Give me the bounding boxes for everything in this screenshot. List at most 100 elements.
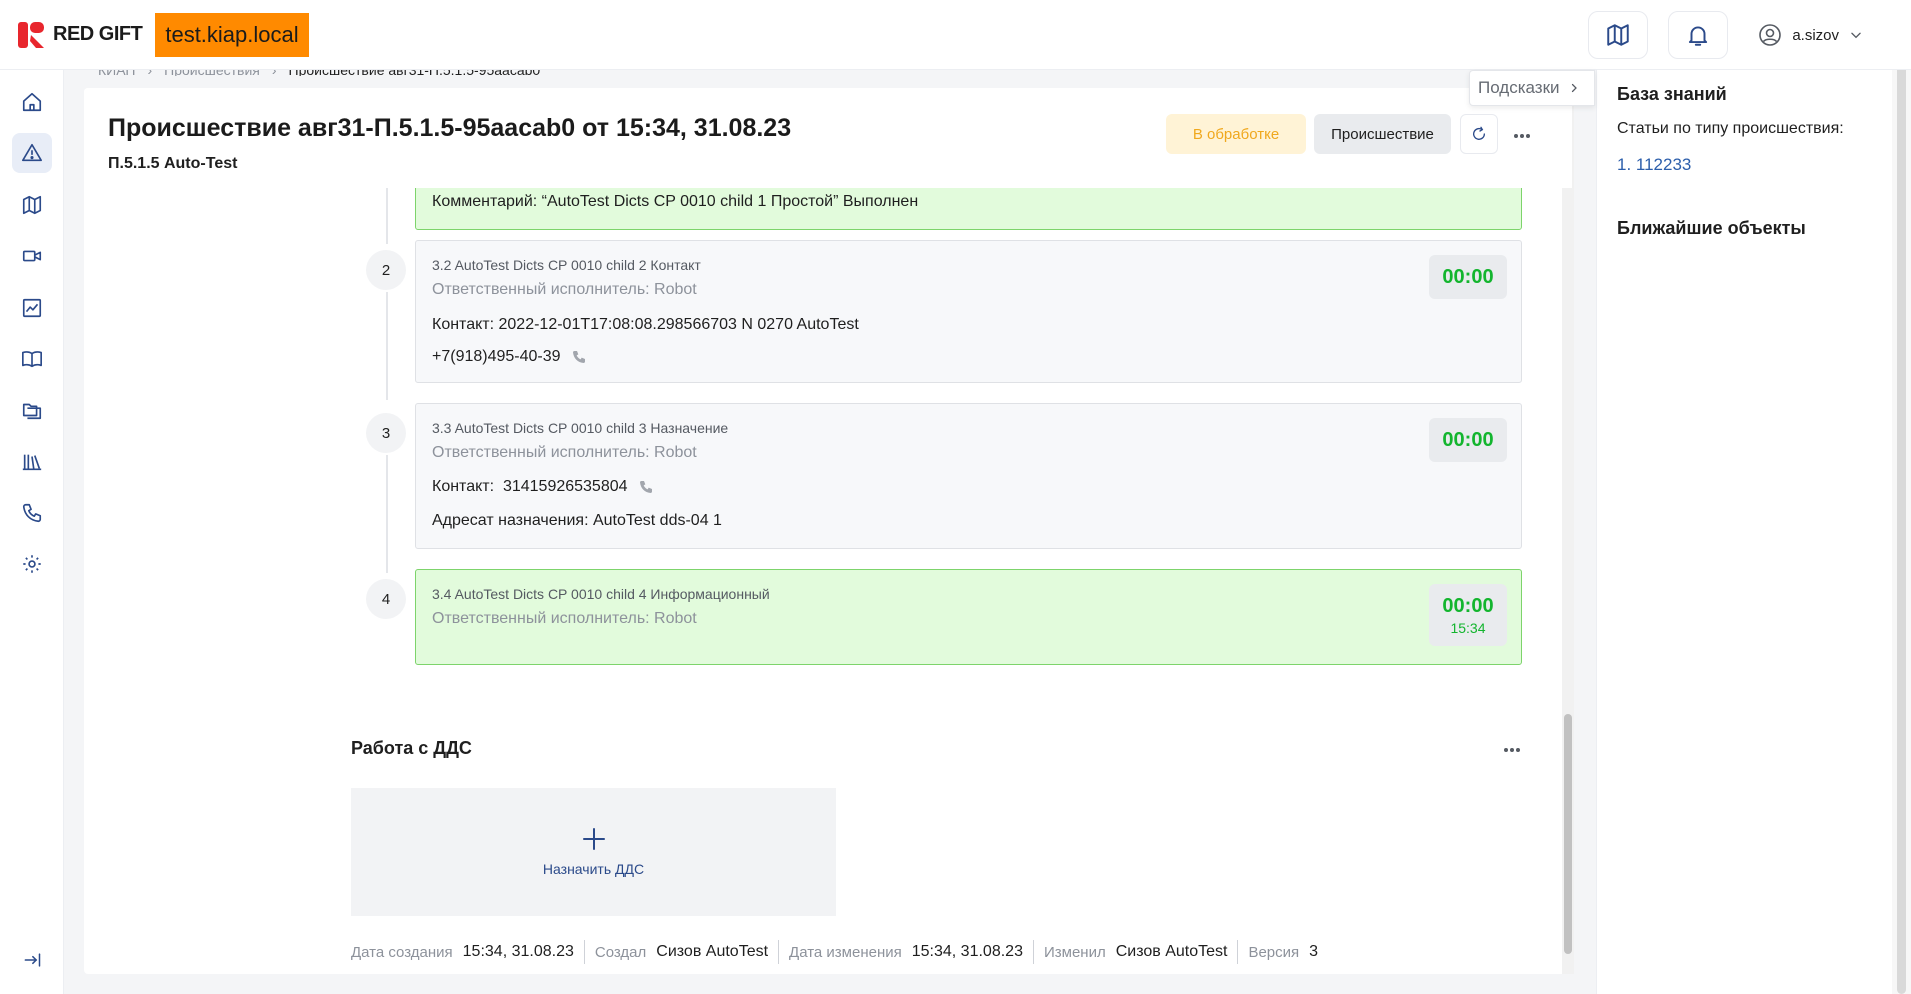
timeline-line [386, 292, 388, 400]
map-button[interactable] [1588, 11, 1649, 59]
nav-map[interactable] [12, 185, 52, 225]
step-2-executor: Ответственный исполнитель: Robot [432, 281, 697, 298]
logo[interactable]: RED GIFT [17, 20, 143, 50]
more-horizontal-icon [1504, 748, 1520, 752]
user-name: a.sizov [1792, 26, 1839, 44]
alert-triangle-icon [22, 143, 42, 162]
meta-author-label: Создал [594, 943, 647, 961]
nav-incidents[interactable] [12, 133, 52, 173]
plus-icon [582, 828, 605, 850]
video-icon [22, 250, 42, 262]
settings-icon [23, 555, 41, 573]
content-scrollbar[interactable] [1562, 88, 1574, 974]
nav-settings[interactable] [12, 544, 52, 584]
meta-editor-value: Сизов AutoTest [1115, 943, 1228, 960]
bell-icon [1689, 26, 1708, 46]
incident-subtitle: П.5.1.5 Auto-Test [108, 155, 238, 172]
nav-handbook[interactable] [12, 339, 52, 379]
step-3-timer-value: 00:00 [1442, 428, 1494, 451]
meta-divider [1032, 940, 1034, 964]
meta-changed-value: 15:34, 31.08.23 [911, 943, 1023, 960]
meta-version-label: Версия [1248, 943, 1300, 961]
chart-icon [22, 298, 42, 318]
step-3-card[interactable]: 3.3 AutoTest Dicts CP 0010 child 3 Назна… [415, 403, 1522, 549]
meta-created-value: 15:34, 31.08.23 [462, 943, 574, 960]
meta-created-label: Дата создания [351, 943, 453, 961]
call-phone-icon[interactable] [638, 479, 654, 495]
timeline-line [386, 455, 388, 573]
meta-divider [1237, 940, 1239, 964]
nav-library[interactable] [12, 442, 52, 482]
incident-type-button[interactable]: Происшествие [1314, 114, 1451, 154]
hints-toggle[interactable]: Подсказки [1469, 70, 1595, 106]
knowledge-base-article-link[interactable]: 1. 112233 [1617, 155, 1691, 175]
documents-icon [22, 403, 42, 420]
dds-more-button[interactable] [1497, 740, 1527, 760]
nav-video[interactable] [12, 236, 52, 276]
step-4-executor: Ответственный исполнитель: Robot [432, 610, 697, 627]
step-2-phone[interactable]: +7(918)495-40-39 [432, 348, 561, 366]
content-scrollbar-thumb[interactable] [1564, 714, 1572, 954]
map-icon [22, 195, 42, 215]
step-2-card[interactable]: 3.2 AutoTest Dicts CP 0010 child 2 Конта… [415, 240, 1522, 383]
knowledge-base-subtitle: Статьи по типу происшествия: [1617, 120, 1844, 137]
page-scrollbar-thumb[interactable] [1897, 0, 1906, 994]
notifications-button[interactable] [1668, 11, 1729, 59]
step-3-contact-row: Контакт: 31415926535804 [432, 478, 654, 496]
user-avatar-icon [1759, 24, 1782, 46]
step-3-number: 3 [366, 413, 406, 453]
top-header: RED GIFT test.kiap.local a.sizov [0, 0, 1911, 70]
step-2-timer-value: 00:00 [1442, 265, 1494, 288]
step-3-contact[interactable]: Контакт: 31415926535804 [432, 478, 628, 496]
user-menu[interactable]: a.sizov [1758, 23, 1863, 47]
brand-logo-icon [18, 21, 44, 48]
nav-reports[interactable] [12, 288, 52, 328]
sidebar [0, 70, 64, 994]
call-phone-icon[interactable] [571, 349, 587, 365]
nav-home[interactable] [12, 82, 52, 122]
timeline-line [386, 188, 388, 244]
meta-author-value: Сизов AutoTest [656, 943, 769, 960]
collapse-sidebar-icon [24, 953, 41, 967]
hints-label: Подсказки [1478, 78, 1560, 97]
nearby-objects-title: Ближайшие объекты [1617, 218, 1806, 238]
page-title: Происшествие авг31-П.5.1.5-95aacab0 от 1… [108, 114, 792, 142]
book-icon [22, 351, 42, 368]
hints-panel: База знаний Статьи по типу происшествия:… [1596, 70, 1892, 994]
meta-divider [583, 940, 585, 964]
step-4-title: 3.4 AutoTest Dicts CP 0010 child 4 Инфор… [432, 586, 770, 602]
step-4-number: 4 [366, 579, 406, 619]
nav-calls[interactable] [12, 493, 52, 533]
refresh-button[interactable] [1460, 114, 1498, 154]
page-scrollbar[interactable] [1892, 0, 1911, 994]
collapse-sidebar-button[interactable] [12, 940, 52, 980]
environment-badge: test.kiap.local [155, 12, 309, 57]
step-3-timer: 00:00 [1429, 418, 1507, 462]
step-2-timer: 00:00 [1429, 255, 1507, 299]
incident-card: Комментарий: “AutoTest Dicts CP 0010 chi… [84, 88, 1572, 974]
step-3-title: 3.3 AutoTest Dicts CP 0010 child 3 Назна… [432, 420, 729, 436]
home-icon [22, 92, 42, 112]
knowledge-base-title: База знаний [1617, 84, 1727, 104]
step-2-title: 3.2 AutoTest Dicts CP 0010 child 2 Конта… [432, 257, 701, 273]
incident-header: Происшествие авг31-П.5.1.5-95aacab0 от 1… [84, 88, 1572, 188]
incident-more-button[interactable] [1506, 124, 1538, 148]
nav-documents[interactable] [12, 390, 52, 430]
step-4-timer: 00:00 15:34 [1429, 584, 1507, 646]
assign-dds-label: Назначить ДДС [542, 861, 645, 877]
meta-editor-label: Изменил [1043, 943, 1106, 961]
more-horizontal-icon [1514, 134, 1530, 138]
step-1-comment: Комментарий: “AutoTest Dicts CP 0010 chi… [432, 193, 919, 210]
meta-version-value: 3 [1309, 943, 1319, 960]
assign-dds-button[interactable]: Назначить ДДС [351, 788, 836, 916]
step-2-contact: Контакт: 2022-12-01T17:08:08.298566703 N… [432, 316, 859, 333]
map-icon [1607, 24, 1630, 46]
status-badge[interactable]: В обработке [1166, 114, 1306, 154]
step-4-timer-time: 15:34 [1450, 619, 1486, 636]
library-icon [22, 454, 42, 471]
phone-icon [22, 503, 42, 523]
brand-name: RED GIFT [53, 23, 143, 45]
chevron-right-icon [1571, 83, 1577, 93]
chevron-down-icon [1851, 32, 1861, 39]
step-4-card[interactable]: 3.4 AutoTest Dicts CP 0010 child 4 Инфор… [415, 569, 1522, 665]
